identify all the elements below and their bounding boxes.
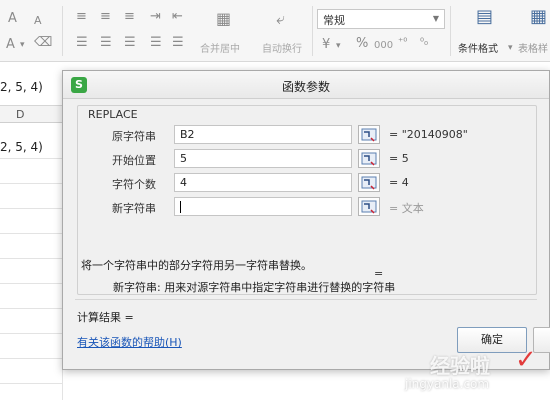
- arg-input-start-num[interactable]: 5: [174, 149, 352, 168]
- text-caret: [180, 201, 181, 213]
- justify-icon[interactable]: ☰: [150, 36, 162, 50]
- grid-line: [0, 158, 62, 159]
- ribbon-divider: [312, 6, 313, 56]
- chevron-down-icon[interactable]: ▾: [336, 39, 341, 53]
- watermark-text: 经验啦: [430, 354, 490, 378]
- grid-line: [0, 358, 62, 359]
- arg-result-start-num: = 5: [389, 152, 409, 165]
- number-format-select[interactable]: 常规 ▼: [317, 9, 445, 29]
- distribute-icon[interactable]: ☰: [172, 36, 184, 50]
- grid-line: [0, 333, 62, 334]
- grid-line: [0, 233, 62, 234]
- percent-button[interactable]: %: [356, 37, 368, 51]
- conditional-format-button[interactable]: 条件格式: [458, 40, 498, 55]
- outdent-icon[interactable]: ⇤: [172, 10, 183, 24]
- arg-label-num-chars: 字符个数: [112, 178, 156, 191]
- align-middle-icon[interactable]: ≡: [100, 10, 111, 24]
- align-left-icon[interactable]: ☰: [76, 36, 88, 50]
- parameter-description: 新字符串: 用来对源字符串中指定字符串进行替换的字符串: [113, 281, 396, 294]
- formula-text[interactable]: 2, 5, 4): [0, 80, 43, 94]
- wrap-text-icon[interactable]: ⤶: [276, 11, 285, 27]
- arg-label-new-text: 新字符串: [112, 202, 156, 215]
- ribbon-divider: [62, 6, 63, 56]
- currency-icon[interactable]: ¥: [322, 38, 330, 52]
- function-name: REPLACE: [86, 108, 140, 121]
- font-size-decrease-button[interactable]: A: [34, 14, 42, 28]
- range-select-icon: [361, 200, 377, 214]
- arg-label-start-num: 开始位置: [112, 154, 156, 167]
- arg-input-new-text[interactable]: [174, 197, 352, 216]
- function-help-link[interactable]: 有关该函数的帮助(H): [77, 334, 182, 350]
- function-description: 将一个字符串中的部分字符用另一字符串替换。: [81, 259, 312, 272]
- chevron-down-icon[interactable]: ▾: [20, 38, 25, 52]
- grid-line: [0, 383, 62, 384]
- arg-input-num-chars[interactable]: 4: [174, 173, 352, 192]
- arg-input-old-text[interactable]: B2: [174, 125, 352, 144]
- cell-content[interactable]: 2, 5, 4): [0, 140, 43, 154]
- merge-cells-icon[interactable]: ▦: [216, 11, 231, 27]
- arg-label-old-text: 原字符串: [112, 130, 156, 143]
- thousands-separator-button[interactable]: 000: [374, 40, 393, 51]
- chevron-down-icon: ▼: [432, 14, 439, 23]
- grid-line: [0, 208, 62, 209]
- eraser-icon[interactable]: ⌫: [34, 36, 52, 50]
- range-select-button[interactable]: [358, 149, 380, 168]
- arg-result-old-text: = "20140908": [389, 128, 468, 141]
- align-top-icon[interactable]: ≡: [76, 10, 87, 24]
- grid-line: [0, 283, 62, 284]
- conditional-format-icon[interactable]: ▤: [476, 8, 493, 26]
- align-bottom-icon[interactable]: ≡: [124, 10, 135, 24]
- grid-line: [0, 308, 62, 309]
- number-format-value: 常规: [323, 14, 345, 27]
- merge-center-button[interactable]: 合并居中: [200, 40, 240, 55]
- align-center-icon[interactable]: ☰: [100, 36, 112, 50]
- font-color-button[interactable]: A: [6, 38, 15, 52]
- range-select-button[interactable]: [358, 173, 380, 192]
- range-select-icon: [361, 176, 377, 190]
- increase-decimal-icon[interactable]: ⁺⁰: [398, 36, 407, 50]
- ribbon-divider: [450, 6, 451, 56]
- arg-result-new-text: = 文本: [389, 202, 424, 215]
- dialog-title: 函数参数: [281, 80, 330, 94]
- dialog-titlebar[interactable]: S 函数参数: [63, 71, 549, 99]
- column-d-header[interactable]: D: [16, 108, 24, 121]
- table-style-button[interactable]: 表格样: [518, 40, 548, 55]
- function-arguments-dialog: S 函数参数 REPLACE 原字符串 B2 = "20140908" 开始位置…: [62, 70, 550, 370]
- table-style-icon[interactable]: ▦: [530, 8, 547, 26]
- grid-line: [0, 258, 62, 259]
- auto-wrap-button[interactable]: 自动换行: [262, 40, 302, 55]
- grid-line: [0, 183, 62, 184]
- range-select-icon: [361, 152, 377, 166]
- range-select-button[interactable]: [358, 125, 380, 144]
- range-select-icon: [361, 128, 377, 142]
- font-size-increase-button[interactable]: A: [8, 12, 17, 26]
- dialog-divider: [75, 299, 537, 300]
- checkmark-icon: ✓: [515, 345, 537, 375]
- ribbon-toolbar: A A A ▾ ⌫ ≡ ≡ ≡ ⇥ ⇤ ☰ ☰ ☰ ☰ ☰ ▦ 合并居中 ⤶ 自…: [0, 0, 550, 62]
- range-select-button[interactable]: [358, 197, 380, 216]
- chevron-down-icon[interactable]: ▾: [508, 41, 513, 55]
- calculation-result: 计算结果 =: [77, 311, 134, 324]
- arg-result-num-chars: = 4: [389, 176, 409, 189]
- align-right-icon[interactable]: ☰: [124, 36, 136, 50]
- indent-icon[interactable]: ⇥: [150, 10, 161, 24]
- decrease-decimal-icon[interactable]: ⁰₀: [420, 36, 428, 50]
- watermark-url: jingyanla.com: [405, 377, 490, 391]
